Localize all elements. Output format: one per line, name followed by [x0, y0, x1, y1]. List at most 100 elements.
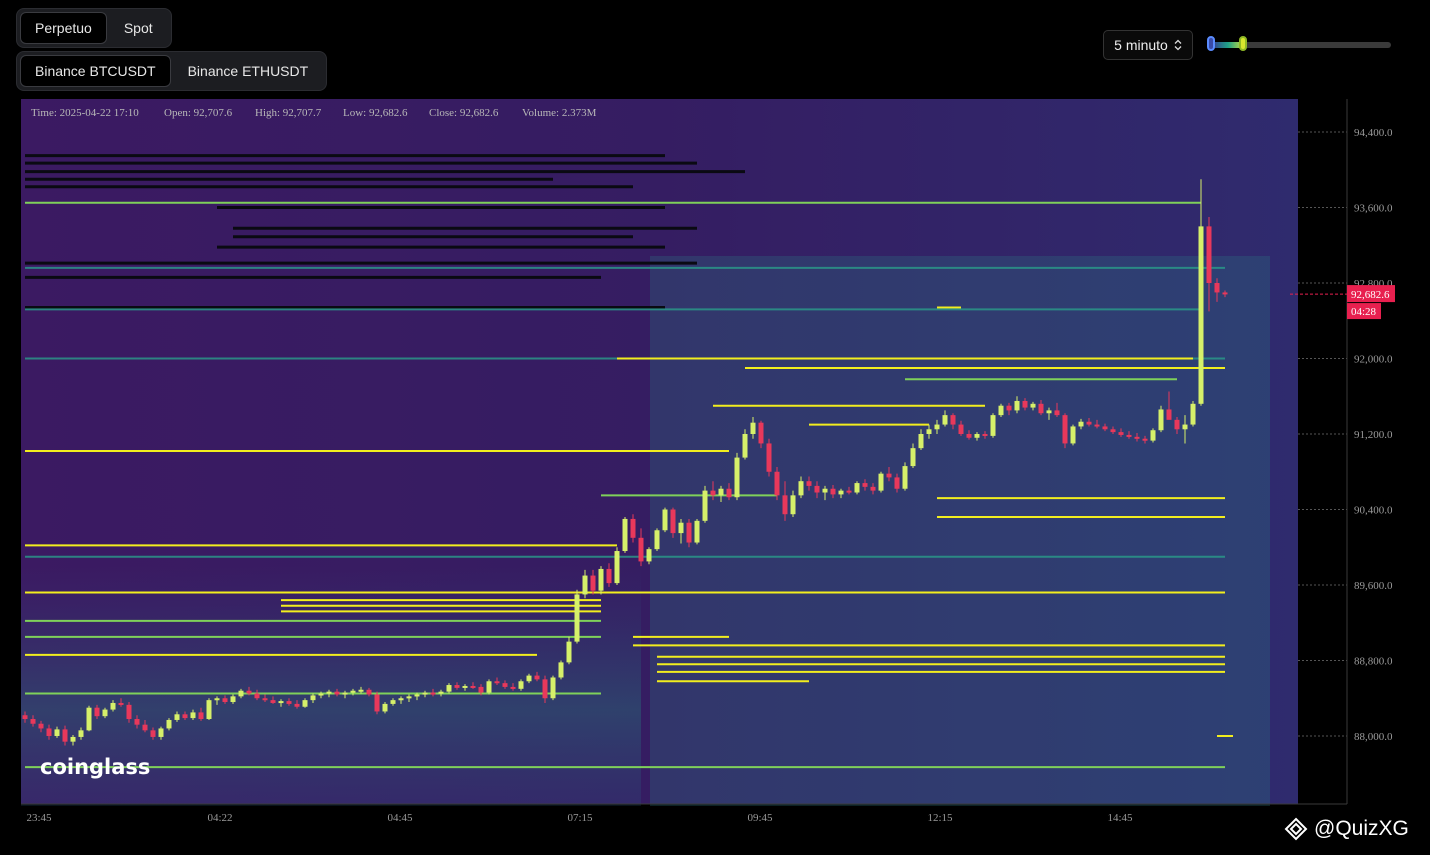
updown-chevron-icon: [1174, 39, 1182, 51]
candle-body: [582, 575, 588, 595]
candle-body: [430, 692, 436, 695]
candle-body: [638, 537, 644, 562]
candle-body: [862, 483, 868, 487]
candle-body: [422, 692, 428, 695]
candle-body: [630, 518, 636, 538]
candle-body: [198, 712, 204, 720]
interval-select[interactable]: 5 minuto: [1103, 30, 1193, 60]
candle-body: [902, 466, 908, 489]
candle-body: [302, 700, 308, 707]
y-tick-label: 93,600.0: [1354, 203, 1393, 215]
info-high: High: 92,707.7: [255, 107, 322, 119]
slider-handle-left[interactable]: [1207, 36, 1215, 51]
candle-body: [958, 424, 964, 434]
candle-body: [486, 681, 492, 693]
candle-body: [934, 424, 940, 430]
candle-body: [366, 689, 372, 695]
candle-body: [494, 681, 500, 684]
candle-body: [38, 723, 44, 729]
candle-body: [286, 701, 292, 704]
candle-body: [278, 701, 284, 704]
tab-btcusdt[interactable]: Binance BTCUSDT: [20, 55, 171, 87]
candle-body: [142, 724, 148, 731]
candle-body: [878, 473, 884, 491]
candle-body: [1198, 226, 1204, 404]
candle-body: [590, 575, 596, 591]
candle-body: [214, 698, 220, 701]
candle-body: [206, 700, 212, 720]
tab-spot[interactable]: Spot: [109, 12, 168, 44]
candle-body: [886, 473, 892, 478]
candle-body: [22, 715, 28, 720]
candle-body: [534, 675, 540, 680]
y-tick-label: 89,600.0: [1354, 580, 1393, 592]
candle-body: [734, 457, 740, 498]
candle-body: [1030, 403, 1036, 408]
candle-body: [246, 690, 252, 694]
diamond-logo-icon: [1284, 817, 1308, 841]
candle-body: [1078, 421, 1084, 427]
candle-body: [238, 690, 244, 697]
candle-body: [326, 691, 332, 694]
candle-body: [646, 549, 652, 562]
countdown-label: 04:28: [1351, 306, 1377, 318]
y-tick-label: 92,000.0: [1354, 354, 1393, 366]
candle-body: [310, 695, 316, 701]
candle-body: [1070, 426, 1076, 444]
candle-body: [110, 702, 116, 710]
candle-body: [830, 488, 836, 495]
candle-body: [350, 690, 356, 693]
candle-body: [614, 551, 620, 584]
candle-body: [790, 495, 796, 515]
candle-body: [950, 415, 956, 425]
watermark-text: @QuizXG: [1314, 817, 1409, 840]
candle-body: [814, 485, 820, 493]
y-tick-label: 91,200.0: [1354, 429, 1393, 441]
liquidation-heatmap-chart[interactable]: 94,400.093,600.092,800.092,000.091,200.0…: [0, 96, 1430, 826]
candle-body: [1014, 400, 1020, 411]
candle-body: [166, 719, 172, 729]
y-tick-label: 88,000.0: [1354, 731, 1393, 743]
candle-body: [838, 490, 844, 495]
candle-body: [1142, 438, 1148, 441]
candle-body: [150, 730, 156, 737]
candle-body: [510, 686, 516, 689]
candle-body: [710, 490, 716, 496]
candle-body: [398, 698, 404, 701]
candle-body: [30, 719, 36, 724]
x-tick-label: 14:45: [1107, 812, 1133, 824]
candle-body: [1214, 283, 1220, 293]
candle-body: [726, 488, 732, 498]
candle-body: [774, 471, 780, 496]
candle-body: [182, 714, 188, 719]
candle-body: [1006, 405, 1012, 411]
candle-body: [454, 685, 460, 688]
info-open: Open: 92,707.6: [164, 107, 233, 119]
candle-body: [982, 434, 988, 436]
candle-body: [846, 490, 852, 493]
x-tick-label: 09:45: [747, 812, 773, 824]
tab-ethusdt[interactable]: Binance ETHUSDT: [173, 55, 324, 87]
info-volume: Volume: 2.373M: [522, 107, 597, 119]
candle-body: [1222, 292, 1228, 295]
candle-body: [806, 481, 812, 486]
candle-body: [318, 693, 324, 696]
slider-handle-right[interactable]: [1239, 36, 1247, 51]
candle-body: [566, 641, 572, 663]
candle-body: [942, 415, 948, 425]
candle-body: [702, 490, 708, 521]
candle-body: [686, 522, 692, 543]
candle-body: [126, 704, 132, 720]
candle-body: [1062, 415, 1068, 444]
zoom-range-slider[interactable]: [1207, 36, 1391, 54]
candle-body: [294, 703, 300, 707]
tab-perpetual[interactable]: Perpetuo: [20, 12, 107, 44]
candle-body: [558, 662, 564, 678]
candle-body: [1046, 410, 1052, 414]
current-price-label: 92,682.6: [1351, 289, 1390, 301]
pair-toggle: Binance BTCUSDT Binance ETHUSDT: [16, 51, 328, 91]
candle-body: [822, 488, 828, 493]
market-type-toggle: Perpetuo Spot: [16, 8, 172, 48]
candle-body: [1150, 430, 1156, 441]
candle-body: [1022, 400, 1028, 408]
